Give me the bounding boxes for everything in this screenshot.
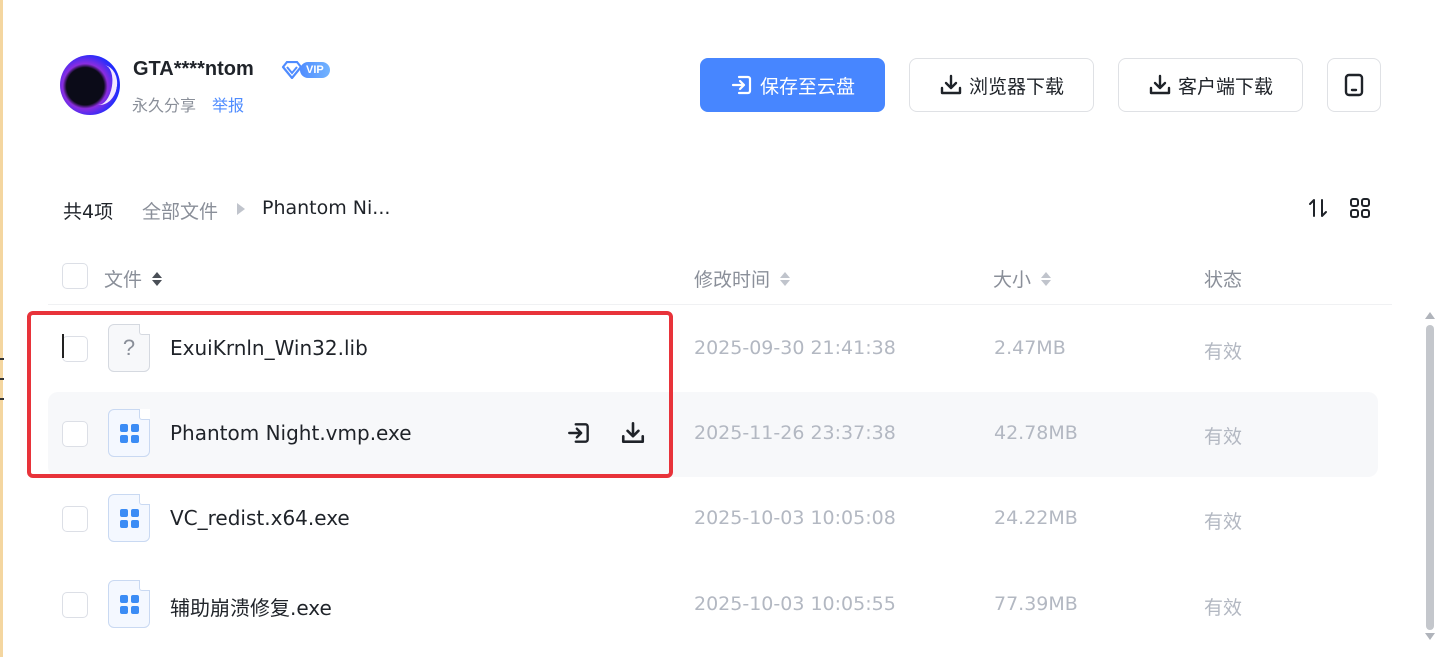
header-size: 大小 bbox=[993, 265, 1052, 292]
client-download-button[interactable]: 客户端下载 bbox=[1118, 58, 1303, 112]
unknown-file-icon: ? bbox=[108, 324, 150, 372]
file-size: 42.78MB bbox=[994, 422, 1078, 444]
file-status: 有效 bbox=[1204, 426, 1243, 448]
share-type: 永久分享 bbox=[132, 96, 197, 115]
save-to-cloud-icon bbox=[731, 75, 752, 95]
row-download-button[interactable] bbox=[618, 418, 648, 448]
file-name[interactable]: ExuiKrnln_Win32.lib bbox=[170, 336, 368, 360]
browser-download-label: 浏览器下载 bbox=[968, 75, 1064, 98]
sort-caret-icon[interactable] bbox=[780, 271, 791, 286]
header-divider bbox=[48, 304, 1392, 305]
avatar bbox=[60, 55, 120, 115]
file-size: 77.39MB bbox=[994, 593, 1078, 615]
save-to-cloud-button[interactable]: 保存至云盘 bbox=[700, 58, 885, 112]
header-size-label: 大小 bbox=[993, 269, 1032, 291]
sort-icon[interactable] bbox=[1307, 197, 1329, 219]
row-checkbox[interactable] bbox=[62, 506, 88, 532]
table-row[interactable]: 辅助崩溃修复.exe 2025-10-03 10:05:55 77.39MB 有… bbox=[48, 563, 1378, 648]
scroll-up-arrow-icon[interactable] bbox=[1425, 312, 1435, 319]
header-name: 文件 bbox=[104, 265, 163, 292]
exe-file-icon bbox=[108, 409, 150, 457]
header-modified-label: 修改时间 bbox=[694, 269, 771, 291]
edge-mark bbox=[0, 358, 4, 360]
vip-label: VIP bbox=[300, 62, 330, 78]
file-modified: 2025-11-26 23:37:38 bbox=[694, 422, 896, 444]
phone-icon bbox=[1344, 73, 1364, 97]
sort-caret-icon[interactable] bbox=[1041, 271, 1052, 286]
scrollbar-thumb[interactable] bbox=[1426, 325, 1434, 630]
save-to-cloud-label: 保存至云盘 bbox=[759, 75, 855, 98]
row-checkbox[interactable] bbox=[62, 421, 88, 447]
file-size: 24.22MB bbox=[994, 507, 1078, 529]
file-status: 有效 bbox=[1204, 597, 1243, 619]
client-download-label: 客户端下载 bbox=[1177, 75, 1273, 98]
download-icon bbox=[1149, 74, 1171, 95]
vip-badge: VIP bbox=[281, 60, 330, 80]
header-modified: 修改时间 bbox=[694, 265, 791, 292]
file-status: 有效 bbox=[1204, 341, 1243, 363]
breadcrumb-current: Phantom Ni... bbox=[262, 197, 391, 219]
save-to-cloud-icon bbox=[568, 423, 589, 443]
row-save-button[interactable] bbox=[564, 418, 594, 448]
download-icon bbox=[940, 74, 962, 95]
file-modified: 2025-10-03 10:05:55 bbox=[694, 593, 896, 615]
download-icon bbox=[621, 421, 645, 443]
sort-caret-icon[interactable] bbox=[152, 271, 163, 286]
file-name[interactable]: 辅助崩溃修复.exe bbox=[170, 592, 332, 621]
edge-mark bbox=[0, 398, 4, 400]
mobile-qr-button[interactable] bbox=[1327, 58, 1381, 112]
question-mark-icon: ? bbox=[122, 335, 136, 360]
file-status: 有效 bbox=[1204, 511, 1243, 533]
exe-file-icon bbox=[108, 580, 150, 628]
browser-download-button[interactable]: 浏览器下载 bbox=[909, 58, 1094, 112]
select-all-checkbox[interactable] bbox=[62, 263, 88, 289]
report-link[interactable]: 举报 bbox=[212, 92, 244, 116]
edge-mark bbox=[0, 378, 4, 380]
table-row[interactable]: ? ExuiKrnln_Win32.lib 2025-09-30 21:41:3… bbox=[48, 307, 1378, 392]
file-size: 2.47MB bbox=[994, 337, 1066, 359]
file-name[interactable]: Phantom Night.vmp.exe bbox=[170, 421, 412, 445]
table-row[interactable]: VC_redist.x64.exe 2025-10-03 10:05:08 24… bbox=[48, 477, 1378, 562]
grid-view-icon[interactable] bbox=[1349, 197, 1371, 219]
window-left-edge bbox=[0, 0, 3, 657]
file-modified: 2025-09-30 21:41:38 bbox=[694, 337, 896, 359]
row-checkbox[interactable] bbox=[62, 336, 88, 362]
breadcrumb-separator-icon bbox=[237, 203, 245, 215]
file-name[interactable]: VC_redist.x64.exe bbox=[170, 506, 350, 530]
exe-file-icon bbox=[108, 494, 150, 542]
user-name: GTA****ntom bbox=[133, 58, 254, 80]
header-status: 状态 bbox=[1204, 265, 1242, 292]
item-count: 共4项 bbox=[63, 201, 114, 223]
header-name-label: 文件 bbox=[104, 269, 143, 291]
table-row[interactable]: Phantom Night.vmp.exe 2025-11-26 23:37:3… bbox=[48, 392, 1378, 477]
breadcrumb-root[interactable]: 全部文件 bbox=[142, 197, 218, 224]
header-status-label: 状态 bbox=[1204, 269, 1243, 291]
file-modified: 2025-10-03 10:05:08 bbox=[694, 507, 896, 529]
scroll-down-arrow-icon[interactable] bbox=[1425, 633, 1435, 640]
row-checkbox[interactable] bbox=[62, 592, 88, 618]
text-cursor bbox=[62, 334, 64, 358]
